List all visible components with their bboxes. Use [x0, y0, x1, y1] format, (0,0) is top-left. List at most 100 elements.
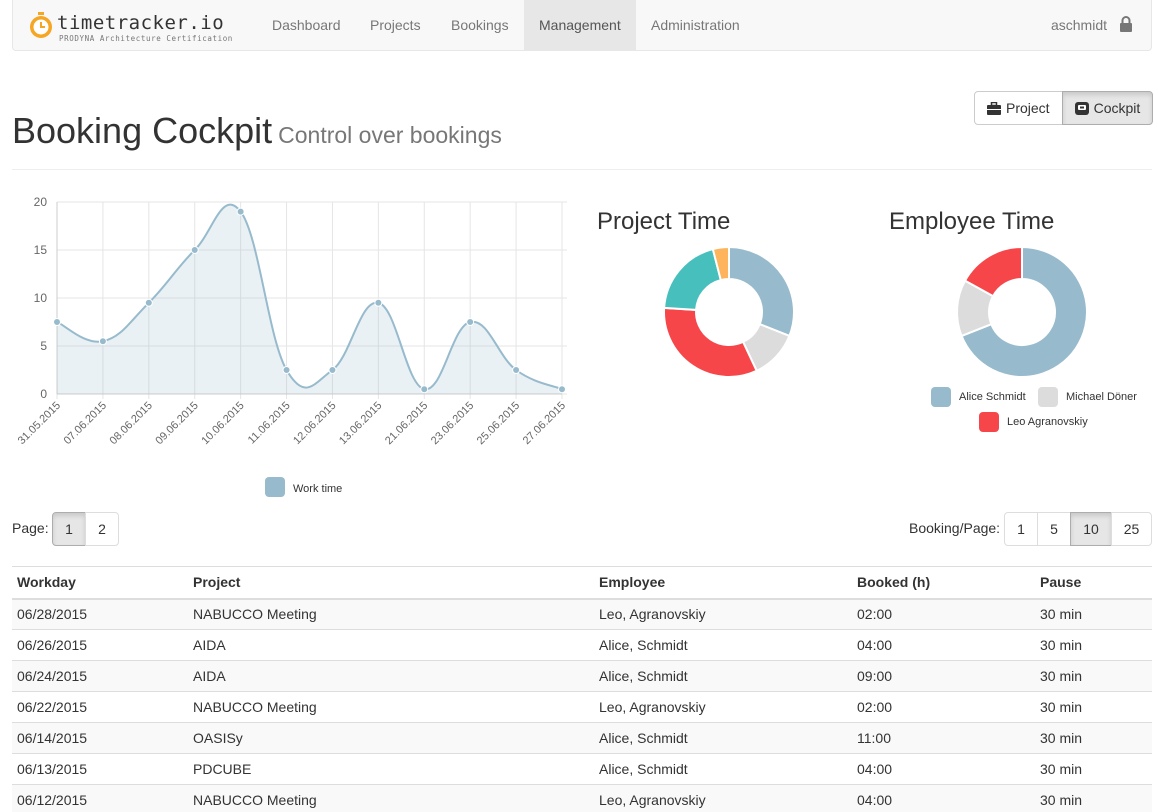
legend-label-work-time: Work time [293, 483, 342, 495]
project-time-slice[interactable] [663, 247, 723, 311]
cockpit-icon [1074, 101, 1089, 115]
cell-employee: Leo, Agranovskiy [594, 784, 852, 812]
per-page-25-button[interactable]: 25 [1111, 512, 1152, 546]
brand[interactable]: timetracker.io PRODYNA Architecture Cert… [29, 9, 249, 45]
cell-booked: 04:00 [852, 629, 1035, 661]
project-view-label: Project [1006, 100, 1050, 116]
per-page-label: Booking/Page: [909, 520, 1001, 536]
table-row[interactable]: 06/26/2015 AIDA Alice, Schmidt 04:00 30 min [12, 629, 1152, 661]
navbar: timetracker.io PRODYNA Architecture Cert… [12, 0, 1152, 51]
work-time-point[interactable] [328, 366, 337, 374]
page-title: Booking Cockpit Control over bookings [12, 110, 502, 152]
cockpit-view-button[interactable]: Cockpit [1061, 91, 1154, 125]
cell-project: NABUCCO Meeting [188, 598, 594, 630]
cell-workday: 06/24/2015 [12, 660, 188, 692]
y-tick-label: 5 [40, 339, 47, 353]
cell-project: NABUCCO Meeting [188, 691, 594, 723]
nav-projects[interactable]: Projects [355, 0, 436, 50]
page-1-button[interactable]: 1 [52, 512, 86, 546]
page-title-text: Booking Cockpit [12, 110, 273, 151]
nav-administration[interactable]: Administration [636, 0, 755, 50]
y-tick-label: 10 [34, 291, 48, 305]
legend-label-leo: Leo Agranovskiy [1007, 416, 1088, 428]
project-time-title: Project Time [597, 208, 731, 235]
legend-label-michael: Michael Döner [1066, 391, 1137, 403]
work-time-point[interactable] [420, 385, 429, 394]
work-time-point[interactable] [374, 298, 383, 307]
cell-workday: 06/12/2015 [12, 784, 188, 812]
table-row[interactable]: 06/14/2015 OASISy Alice, Schmidt 11:00 30 mi… [12, 722, 1152, 754]
column-header-workday[interactable]: Workday [12, 566, 188, 600]
column-header-pause[interactable]: Pause [1035, 566, 1152, 600]
bookings-table: Workday Project Employee Booked (h) Paus… [12, 566, 1152, 812]
table-row[interactable]: 06/28/2015 NABUCCO Meeting Leo, Agranovski… [12, 598, 1152, 630]
work-time-area [57, 204, 562, 394]
project-time-slice[interactable] [728, 245, 795, 338]
per-page-1-button[interactable]: 1 [1004, 512, 1038, 546]
page-subtitle: Control over bookings [278, 122, 502, 148]
brand-title: timetracker.io [57, 12, 225, 34]
legend-swatch-alice [931, 387, 951, 407]
project-time-slice[interactable] [663, 306, 759, 378]
legend-label-alice: Alice Schmidt [959, 391, 1026, 403]
project-view-button[interactable]: Project [974, 91, 1063, 125]
table-row[interactable]: 06/12/2015 NABUCCO Meeting Leo, Agranovski… [12, 784, 1152, 812]
cell-project: AIDA [188, 629, 594, 661]
x-tick-label: 12.06.2015 [291, 400, 338, 447]
nav-management[interactable]: Management [524, 0, 636, 50]
project-time-donut-chart [663, 245, 795, 378]
page-2-button[interactable]: 2 [85, 512, 119, 546]
work-time-point[interactable] [466, 318, 475, 326]
work-time-point[interactable] [53, 318, 61, 326]
cell-employee: Leo, Agranovskiy [594, 598, 852, 630]
lock-icon[interactable] [1119, 16, 1133, 32]
work-time-point[interactable] [558, 385, 566, 394]
x-tick-label: 08.06.2015 [108, 400, 155, 447]
cell-pause: 30 min [1035, 691, 1152, 723]
work-time-point[interactable] [282, 366, 291, 374]
cell-pause: 30 min [1035, 629, 1152, 661]
cell-pause: 30 min [1035, 784, 1152, 812]
cell-employee: Leo, Agranovskiy [594, 691, 852, 723]
table-header-row: Workday Project Employee Booked (h) Paus… [12, 566, 1152, 600]
column-header-project[interactable]: Project [188, 566, 594, 600]
cell-project: AIDA [188, 660, 594, 692]
nav-dashboard[interactable]: Dashboard [257, 0, 356, 50]
cell-employee: Alice, Schmidt [594, 629, 852, 661]
cell-pause: 30 min [1035, 660, 1152, 692]
x-tick-label: 21.06.2015 [383, 400, 430, 447]
y-tick-label: 0 [40, 387, 47, 401]
page-label: Page: [12, 520, 49, 536]
column-header-booked[interactable]: Booked (h) [852, 566, 1035, 600]
work-time-point[interactable] [190, 246, 199, 254]
nav-bookings[interactable]: Bookings [436, 0, 524, 50]
legend-swatch-leo [979, 412, 999, 432]
cell-project: NABUCCO Meeting [188, 784, 594, 812]
cell-pause: 30 min [1035, 598, 1152, 630]
x-tick-label: 31.05.2015 [16, 400, 63, 447]
employee-time-title: Employee Time [889, 208, 1055, 235]
table-row[interactable]: 06/24/2015 AIDA Alice, Schmidt 09:00 30 min [12, 660, 1152, 692]
cell-pause: 30 min [1035, 722, 1152, 754]
y-tick-label: 20 [34, 195, 48, 209]
work-time-point[interactable] [512, 366, 521, 374]
employee-time-donut-chart [956, 245, 1088, 378]
legend-swatch-work-time [265, 477, 285, 497]
cockpit-view-label: Cockpit [1093, 100, 1141, 116]
user-name[interactable]: aschmidt [1051, 0, 1107, 50]
work-time-point[interactable] [144, 298, 153, 307]
per-page-10-button[interactable]: 10 [1070, 512, 1112, 546]
cell-employee: Alice, Schmidt [594, 660, 852, 692]
y-tick-label: 15 [34, 243, 48, 257]
view-toggle: Project Cockpit [974, 91, 1154, 125]
cell-workday: 06/13/2015 [12, 753, 188, 785]
cell-project: PDCUBE [188, 753, 594, 785]
table-row[interactable]: 06/22/2015 NABUCCO Meeting Leo, Agranovski… [12, 691, 1152, 723]
cell-booked: 04:00 [852, 753, 1035, 785]
cell-workday: 06/22/2015 [12, 691, 188, 723]
work-time-point[interactable] [98, 337, 107, 346]
table-row[interactable]: 06/13/2015 PDCUBE Alice, Schmidt 04:00 30 mi… [12, 753, 1152, 785]
work-time-point[interactable] [236, 207, 245, 216]
column-header-employee[interactable]: Employee [594, 566, 852, 600]
per-page-5-button[interactable]: 5 [1037, 512, 1071, 546]
